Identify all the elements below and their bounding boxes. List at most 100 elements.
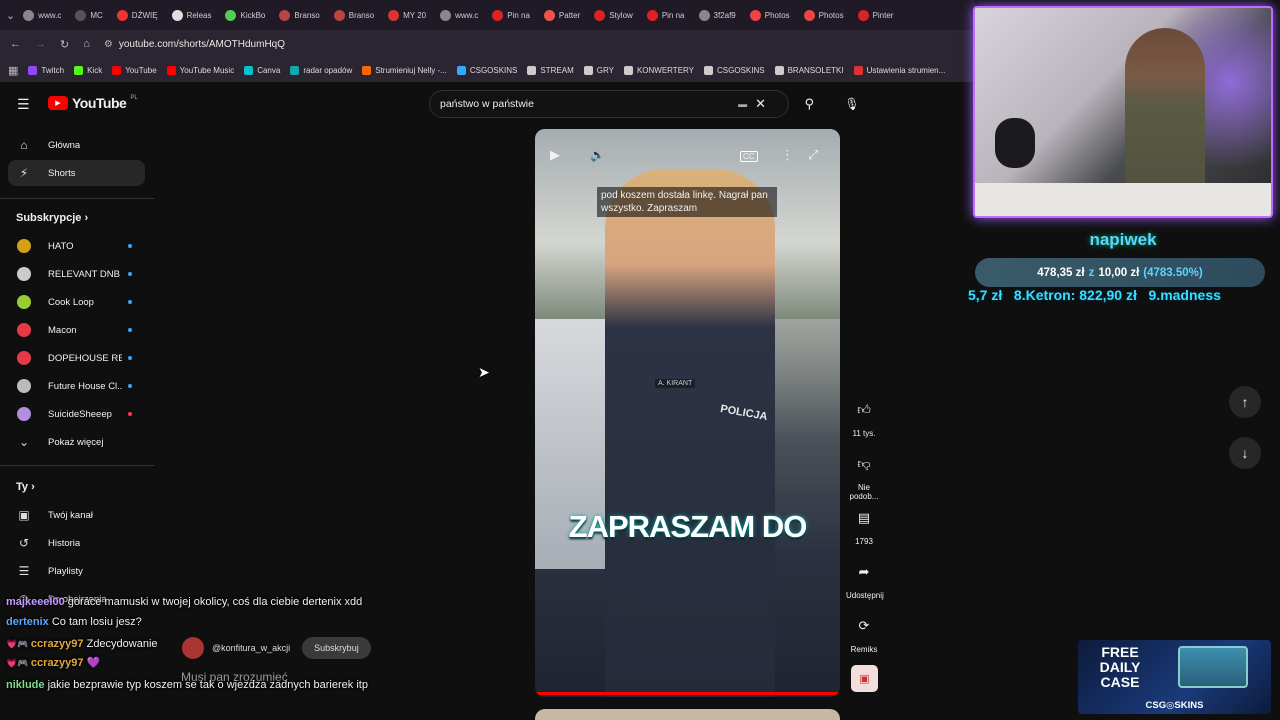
browser-tab[interactable]: www.c: [17, 4, 67, 26]
browser-tab[interactable]: Pin na: [486, 4, 536, 26]
thumbs-up-icon: 👍︎: [857, 402, 871, 417]
sidebar-item[interactable]: RELEVANT DNB: [0, 261, 145, 287]
apps-grid-icon[interactable]: ▦: [8, 64, 18, 77]
bookmark-item[interactable]: radar opadów: [290, 65, 353, 75]
forward-arrow-icon[interactable]: →: [35, 38, 46, 50]
next-short-button[interactable]: ↓: [1229, 437, 1261, 469]
bookmark-favicon-icon: [74, 65, 84, 75]
bookmark-item[interactable]: BRANSOLETKI: [774, 65, 844, 75]
chat-username: majkeeel00: [6, 596, 68, 608]
sidebar-item[interactable]: Macon: [0, 317, 145, 343]
comments-button[interactable]: ▤ 1793: [846, 504, 882, 546]
sidebar-item[interactable]: Future House Cl...: [0, 373, 145, 399]
sidebar-item-label: Macon: [48, 324, 77, 336]
promo-line-2: DAILY: [1099, 659, 1141, 675]
video-progress-bar[interactable]: [535, 692, 840, 695]
subscriptions-heading[interactable]: Subskrypcje ›: [16, 212, 88, 224]
sidebar-item[interactable]: ☰ Playlisty: [0, 558, 145, 584]
browser-tab[interactable]: MC: [69, 4, 108, 26]
bookmark-item[interactable]: STREAM: [527, 65, 574, 75]
tab-title: Releas: [186, 10, 212, 20]
channel-avatar: [16, 350, 32, 366]
more-options-icon[interactable]: ⋮: [781, 147, 794, 163]
donation-ticker: 5,7 zł 8.Ketron: 822,90 zł 9.madness: [968, 287, 1221, 303]
bookmark-favicon-icon: [244, 65, 254, 75]
bookmark-item[interactable]: Strumieniuj Nelly -...: [362, 65, 447, 75]
sidebar-item[interactable]: ⌂ Główna: [0, 132, 145, 158]
browser-tab[interactable]: DŹWIĘ: [111, 4, 164, 26]
short-video-player[interactable]: A. KIRANT POLICJA ▶ 🔈 CC ⋮ ⤢ pod koszem …: [535, 129, 840, 697]
browser-tab[interactable]: 3f2af9: [693, 4, 742, 26]
sidebar-item[interactable]: HATO: [0, 233, 145, 259]
you-heading[interactable]: Ty ›: [16, 481, 35, 493]
browser-tab[interactable]: Photos: [744, 4, 796, 26]
browser-tab[interactable]: Branso: [328, 4, 380, 26]
previous-short-button[interactable]: ↑: [1229, 386, 1261, 418]
browser-tab[interactable]: Branso: [273, 4, 325, 26]
sidebar-item[interactable]: DOPEHOUSE RE...: [0, 345, 145, 371]
bookmark-item[interactable]: Ustawienia strumien...: [853, 65, 945, 75]
browser-tab[interactable]: Pinter: [852, 4, 900, 26]
search-input[interactable]: państwo w państwie: [440, 98, 738, 110]
bookmark-label: radar opadów: [303, 65, 353, 75]
play-icon[interactable]: ▶: [550, 147, 560, 163]
voice-search-button[interactable]: 🎙: [840, 92, 864, 116]
chat-message: 💗🎮 ccrazyy97 Zdecydowanie: [6, 638, 158, 650]
menu-hamburger-icon[interactable]: ☰: [17, 96, 30, 113]
sidebar-item[interactable]: ⌄ Pokaż więcej: [0, 429, 145, 455]
search-icon[interactable]: ⚲: [804, 96, 814, 112]
clear-search-icon[interactable]: ✕: [755, 96, 766, 112]
site-info-icon[interactable]: ⚙: [104, 39, 113, 50]
sidebar-item[interactable]: ▣ Twój kanał: [0, 502, 145, 528]
volume-icon[interactable]: 🔈: [590, 148, 605, 162]
sidebar-item[interactable]: ⚡ Shorts: [8, 160, 145, 186]
badge-icon: 💗🎮: [6, 639, 31, 649]
youtube-logo[interactable]: ▶ YouTube PL: [48, 95, 138, 111]
bookmark-item[interactable]: YouTube Music: [166, 65, 234, 75]
bookmark-label: CSGOSKINS: [717, 65, 765, 75]
fullscreen-icon[interactable]: ⤢: [808, 147, 818, 163]
dislike-button[interactable]: 👎︎ Nie podob...: [846, 450, 882, 501]
folder-icon: [774, 65, 784, 75]
tab-list-chevron-icon[interactable]: ⌄: [6, 9, 15, 22]
browser-tab[interactable]: Pin na: [641, 4, 691, 26]
bookmark-item[interactable]: Canva: [244, 65, 280, 75]
chat-message: niklude jakie bezprawie typ koszem se ta…: [6, 678, 426, 692]
youtube-logo-text: YouTube: [72, 95, 127, 111]
browser-tab[interactable]: MY 20: [382, 4, 432, 26]
bookmark-item[interactable]: KONWERTERY: [623, 65, 694, 75]
donation-goal-bar: 478,35 zł z 10,00 zł (4783.50%): [975, 258, 1265, 287]
back-arrow-icon[interactable]: ←: [10, 38, 21, 50]
like-button[interactable]: 👍︎ 11 tys.: [846, 396, 882, 438]
browser-tab[interactable]: Photos: [798, 4, 850, 26]
home-icon: ⌂: [20, 138, 28, 152]
bookmark-item[interactable]: CSGOSKINS: [456, 65, 517, 75]
channel-avatar: [16, 406, 32, 422]
url-field[interactable]: ⚙ youtube.com/shorts/AMOTHdumHqQ: [104, 39, 285, 50]
browser-tab[interactable]: Stylow: [588, 4, 639, 26]
home-icon[interactable]: ⌂: [83, 38, 90, 50]
bookmark-item[interactable]: YouTube: [112, 65, 157, 75]
remix-button[interactable]: ⟳ Remiks: [846, 612, 882, 654]
sidebar-item[interactable]: ↺ Historia: [0, 530, 145, 556]
bookmark-item[interactable]: GRY: [583, 65, 614, 75]
next-short-preview[interactable]: [535, 709, 840, 720]
keyboard-icon[interactable]: ▬: [738, 99, 747, 109]
sidebar-item-label: Cook Loop: [48, 296, 94, 308]
bookmark-item[interactable]: Kick: [74, 65, 102, 75]
browser-tab[interactable]: Releas: [166, 4, 218, 26]
bookmark-item[interactable]: CSGOSKINS: [704, 65, 765, 75]
browser-tab[interactable]: www.c: [434, 4, 484, 26]
sound-thumbnail[interactable]: ▣: [851, 665, 878, 692]
tab-title: Photos: [818, 10, 844, 20]
bookmark-item[interactable]: Twitch: [28, 65, 64, 75]
reload-icon[interactable]: ↻: [60, 38, 69, 51]
share-button[interactable]: ➦ Udostępnij: [846, 558, 884, 600]
sidebar-item[interactable]: SuicideSheeep: [0, 401, 145, 427]
sidebar-item[interactable]: Cook Loop: [0, 289, 145, 315]
search-box[interactable]: państwo w państwie ▬ ✕ ⚲: [429, 90, 814, 118]
browser-tab[interactable]: KickBo: [219, 4, 271, 26]
captions-button[interactable]: CC: [740, 151, 758, 162]
browser-tab[interactable]: Patter: [538, 4, 586, 26]
arrow-down-icon: ↓: [1241, 445, 1249, 461]
